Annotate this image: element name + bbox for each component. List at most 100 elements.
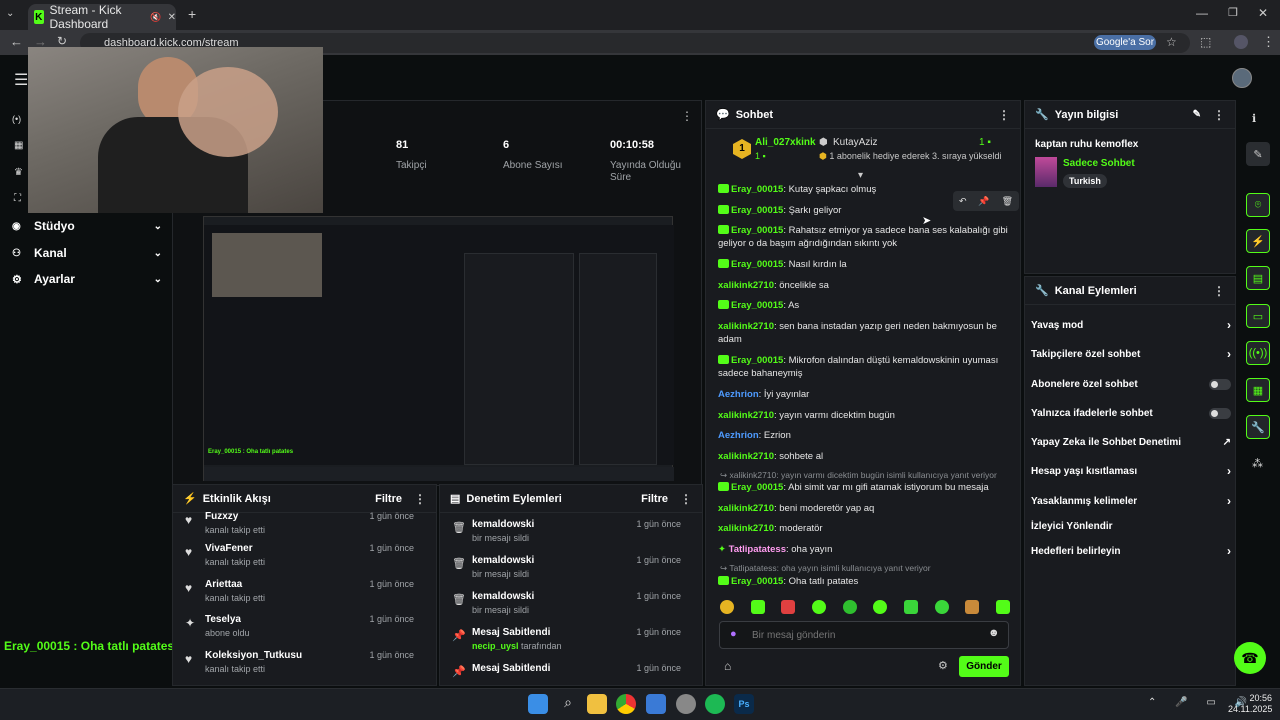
extensions-icon[interactable]: ⬚ [1200, 35, 1211, 49]
activity-user[interactable]: Koleksiyon_Tutkusu [205, 650, 302, 661]
chat-message-input[interactable] [752, 627, 972, 643]
support-chat-button[interactable]: ☎ [1234, 642, 1266, 674]
channel-action-item[interactable]: Hesap yaşı kısıtlaması › [1031, 464, 1231, 478]
emote-icon[interactable] [720, 600, 734, 614]
chat-message[interactable]: xalikink2710: beni moderetör yap aq [718, 502, 1008, 515]
chat-message[interactable]: Aezhrion: Ezrion [718, 429, 1008, 442]
chat-icon[interactable]: ▭ [1246, 304, 1270, 328]
channel-action-item[interactable]: Abonelere özel sohbet [1031, 377, 1231, 391]
chat-username[interactable]: Aezhrion [718, 389, 759, 400]
broadcast-icon[interactable]: ((•)) [1246, 341, 1270, 365]
chat-message[interactable]: Eray_00015: Nasıl kırdın la [718, 258, 1008, 271]
chat-username[interactable]: Eray_00015 [731, 355, 783, 366]
chat-username[interactable]: Eray_00015 [731, 225, 783, 236]
tab-close-icon[interactable]: ✕ [168, 12, 176, 23]
bolt-icon[interactable]: ⚡ [1246, 229, 1270, 253]
live-icon[interactable]: (•) [12, 114, 21, 124]
delete-icon[interactable]: 🗑 [1002, 196, 1013, 207]
emote-icon[interactable] [842, 600, 857, 614]
moderation-filter-button[interactable]: Filtre [641, 493, 668, 505]
sidebar-item-studyo[interactable]: ◉ Stüdyo ⌄ [12, 218, 162, 234]
activity-user[interactable]: Teselya [205, 614, 241, 625]
chat-username[interactable]: Eray_00015 [731, 576, 783, 587]
moderation-action[interactable]: kemaldowski [472, 591, 534, 602]
chat-username[interactable]: xalikink2710 [718, 523, 774, 534]
edit-pencil-icon[interactable]: ✎ [1193, 109, 1201, 120]
search-icon[interactable]: ⌕ [558, 694, 578, 714]
photoshop-icon[interactable]: Ps [734, 694, 754, 714]
emoji-picker-icon[interactable]: ☻ [988, 627, 1000, 639]
chat-message[interactable]: xalikink2710: moderatör [718, 522, 1008, 535]
chat-username[interactable]: xalikink2710 [718, 503, 774, 514]
user-avatar[interactable] [1232, 68, 1252, 88]
reload-icon[interactable]: ↻ [57, 34, 67, 48]
chat-message[interactable]: xalikink2710: öncelikle sa [718, 279, 1008, 292]
tools-icon[interactable]: 🔧 [1246, 415, 1270, 439]
info-icon[interactable]: ℹ [1252, 112, 1256, 125]
channel-action-item[interactable]: Hedefleri belirleyin › [1031, 544, 1231, 558]
bookmark-star-icon[interactable]: ☆ [1166, 35, 1177, 49]
activity-filter-button[interactable]: Filtre [375, 493, 402, 505]
chat-username[interactable]: Eray_00015 [731, 205, 783, 216]
close-window-icon[interactable]: ✕ [1258, 6, 1268, 20]
chat-username[interactable]: xalikink2710 [718, 410, 774, 421]
trophy-icon[interactable]: ♛ [14, 167, 23, 178]
chat-message[interactable]: Eray_00015: Oha tatlı patates [718, 575, 1008, 588]
channel-action-item[interactable]: Yalnızca ifadelerle sohbet [1031, 406, 1231, 420]
chat-username[interactable]: xalikink2710 [718, 451, 774, 462]
chat-message[interactable]: ✦ Tatlipatatess: oha yayın [718, 543, 1008, 556]
emote-icon[interactable] [873, 600, 888, 614]
minimize-icon[interactable]: — [1196, 6, 1208, 20]
chat-message[interactable]: xalikink2710: yayın varmı dicektim bugün [718, 409, 1008, 422]
chat-message[interactable]: Aezhrion: İyi yayınlar [718, 388, 1008, 401]
toggle-switch[interactable] [1209, 378, 1231, 390]
emote-icon[interactable] [995, 600, 1010, 614]
chat-username[interactable]: xalikink2710 [718, 321, 774, 332]
toggle-switch[interactable] [1209, 407, 1231, 419]
activity-user[interactable]: Ariettaa [205, 579, 242, 590]
channel-action-item[interactable]: Takipçilere özel sohbet › [1031, 347, 1231, 361]
google-ask-button[interactable]: Google'a Sor [1094, 35, 1156, 50]
tab-list-button[interactable]: ⌄ [6, 8, 20, 22]
emote-icon[interactable] [781, 600, 796, 614]
camera-icon[interactable]: ⌾ [1246, 193, 1270, 217]
chat-message[interactable]: Eray_00015: Rahatsız etmiyor ya sadece b… [718, 224, 1008, 250]
chat-message[interactable]: Eray_00015: Mikrofon dalından düştü kema… [718, 354, 1008, 380]
tab-mute-icon[interactable]: 🔇 [150, 12, 161, 23]
moderation-action[interactable]: kemaldowski [472, 555, 534, 566]
gifter-name[interactable]: Ali_027xkink [755, 137, 816, 148]
clock[interactable]: 20:56 24.11.2025 [1228, 693, 1272, 715]
category-name[interactable]: Sadece Sohbet [1063, 158, 1135, 169]
channel-actions-menu-icon[interactable]: ⋮ [1213, 284, 1225, 298]
send-button[interactable]: Gönder [959, 656, 1009, 677]
chat-username[interactable]: xalikink2710 [718, 280, 774, 291]
app-icon[interactable] [676, 694, 696, 714]
layout-icon[interactable]: ▦ [1246, 378, 1270, 402]
hamburger-menu-icon[interactable]: ☰ [14, 70, 28, 90]
activity-menu-icon[interactable]: ⋮ [414, 492, 426, 506]
chrome-icon[interactable] [616, 694, 636, 714]
notes-icon[interactable]: ▤ [1246, 266, 1270, 290]
activity-user[interactable]: Fuzxzy [205, 511, 238, 522]
channel-action-item[interactable]: Yapay Zeka ile Sohbet Denetimi ↗ [1031, 435, 1231, 449]
chat-message[interactable]: xalikink2710: sohbete al [718, 450, 1008, 463]
moderation-action[interactable]: kemaldowski [472, 519, 534, 530]
extras-icon[interactable]: ⁂ [1252, 457, 1263, 470]
pinned-collapse-icon[interactable]: ▾ [858, 170, 863, 181]
activity-user[interactable]: VivaFener [205, 543, 253, 554]
chat-message[interactable]: Eray_00015: Abi simit var mı gifi atamak… [718, 481, 1008, 494]
reply-icon[interactable]: ↶ [959, 196, 967, 207]
start-icon[interactable] [528, 694, 548, 714]
stream-preview[interactable]: Eray_00015 : Oha tatlı patates [203, 216, 674, 481]
chat-message[interactable]: Eray_00015: As [718, 299, 1008, 312]
profile-icon[interactable] [1234, 35, 1248, 49]
maximize-icon[interactable]: ❐ [1228, 6, 1238, 19]
channel-action-item[interactable]: Yavaş mod › [1031, 318, 1231, 332]
gifted-to-name[interactable]: KutayAziz [833, 137, 877, 148]
chat-username[interactable]: Eray_00015 [731, 184, 783, 195]
moderation-action[interactable]: Mesaj Sabitlendi [472, 663, 550, 674]
pin-icon[interactable]: 📌 [978, 196, 989, 207]
chat-message[interactable]: xalikink2710: sen bana instadan yazıp ge… [718, 320, 1008, 346]
file-explorer-icon[interactable] [587, 694, 607, 714]
moderation-user[interactable]: necip_uysl [472, 641, 519, 651]
